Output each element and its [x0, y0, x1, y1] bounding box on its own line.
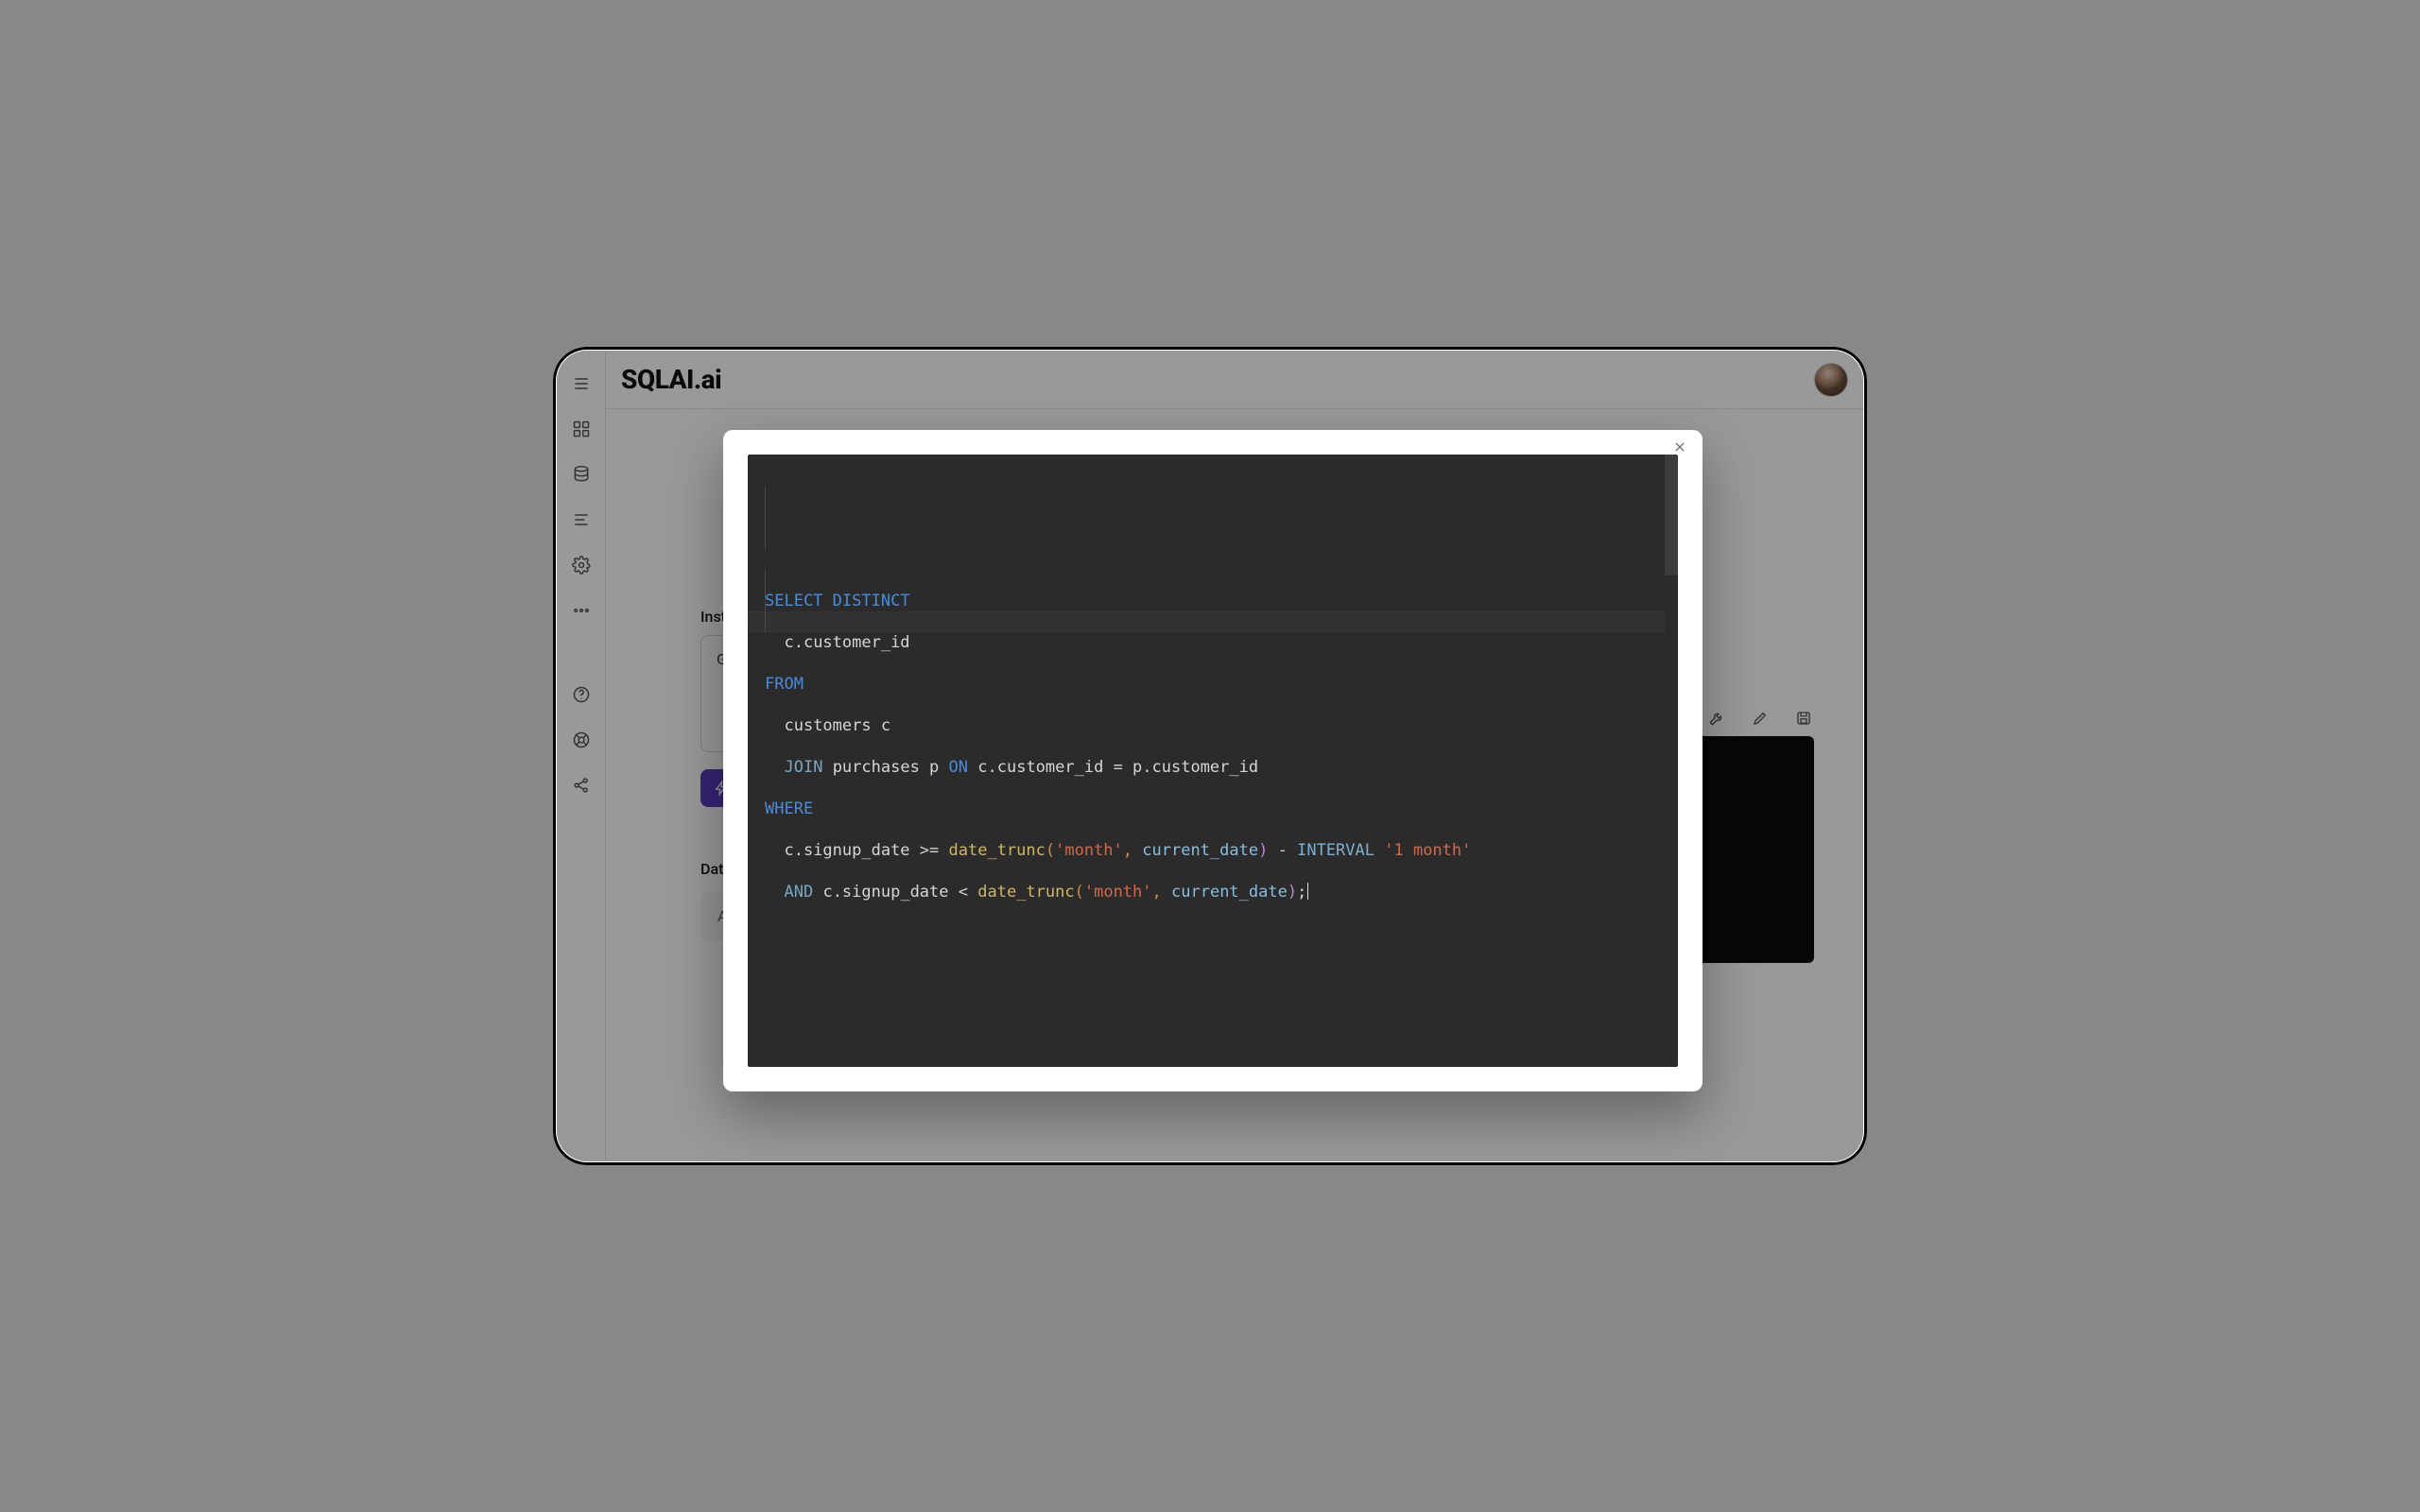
- close-button[interactable]: [1670, 438, 1689, 456]
- editor-scrollbar[interactable]: [1665, 455, 1678, 576]
- device-inner: SQLAI.ai Instructions Generate Data sour…: [557, 351, 1863, 1161]
- active-line-highlight: [748, 611, 1665, 632]
- sql-editor[interactable]: SELECT DISTINCT c.customer_id FROM custo…: [748, 455, 1678, 1067]
- indent-guide: [765, 487, 766, 549]
- sql-editor-modal: SELECT DISTINCT c.customer_id FROM custo…: [723, 430, 1703, 1091]
- device-frame: SQLAI.ai Instructions Generate Data sour…: [553, 347, 1867, 1165]
- close-icon: [1673, 440, 1686, 454]
- editor-content: SELECT DISTINCT c.customer_id FROM custo…: [765, 591, 1661, 923]
